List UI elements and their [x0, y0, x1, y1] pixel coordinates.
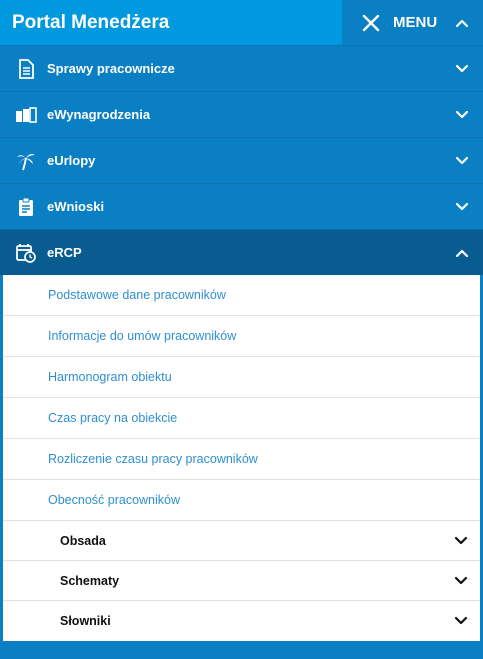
nav-section-sprawy-pracownicze[interactable]: Sprawy pracownicze [0, 45, 483, 91]
submenu-group-obsada[interactable]: Obsada [3, 521, 480, 561]
submenu-link-obecnosc[interactable]: Obecność pracowników [3, 480, 480, 521]
menu-label[interactable]: MENU [393, 14, 437, 31]
nav-section-eurlopy[interactable]: eUrlopy [0, 137, 483, 183]
chevron-up-icon[interactable] [455, 246, 469, 260]
nav-section-label: Sprawy pracownicze [47, 61, 175, 76]
submenu-link-harmonogram-obiektu[interactable]: Harmonogram obiektu [3, 357, 480, 398]
submenu-link-czas-pracy[interactable]: Czas pracy na obiekcie [3, 398, 480, 439]
chevron-down-icon[interactable] [455, 62, 469, 76]
chevron-down-icon[interactable] [454, 534, 468, 548]
nav-section-label: eWynagrodzenia [47, 107, 151, 122]
nav-section-label: eRCP [47, 245, 82, 260]
money-icon [15, 104, 37, 126]
calendar-clock-icon [15, 242, 37, 264]
top-bar: Portal Menedżera MENU [0, 0, 483, 45]
submenu-link-rozliczenie-czasu[interactable]: Rozliczenie czasu pracy pracowników [3, 439, 480, 480]
submenu-group-label: Obsada [60, 533, 106, 548]
menu-control[interactable]: MENU [342, 0, 483, 45]
close-icon[interactable] [358, 10, 384, 36]
clipboard-icon [15, 196, 37, 218]
nav-section-ewynagrodzenia[interactable]: eWynagrodzenia [0, 91, 483, 137]
submenu-group-slowniki[interactable]: Słowniki [3, 601, 480, 641]
document-icon [15, 58, 37, 80]
portal-title: Portal Menedżera [0, 0, 342, 45]
chevron-down-icon[interactable] [454, 574, 468, 588]
submenu-group-label: Schematy [60, 573, 120, 588]
chevron-down-icon[interactable] [455, 154, 469, 168]
chevron-down-icon[interactable] [454, 614, 468, 628]
nav-section-ercp[interactable]: eRCP [0, 229, 483, 275]
chevron-down-icon[interactable] [455, 108, 469, 122]
nav-section-label: eUrlopy [47, 153, 96, 168]
submenu-link-podstawowe-dane[interactable]: Podstawowe dane pracowników [3, 275, 480, 316]
nav-section-label: eWnioski [47, 199, 105, 214]
ercp-submenu: Podstawowe dane pracowników Informacje d… [3, 275, 480, 641]
chevron-up-icon[interactable] [455, 16, 469, 30]
submenu-group-schematy[interactable]: Schematy [3, 561, 480, 601]
nav-section-ewnioski[interactable]: eWnioski [0, 183, 483, 229]
submenu-group-label: Słowniki [60, 614, 111, 628]
submenu-link-informacje-do-umow[interactable]: Informacje do umów pracowników [3, 316, 480, 357]
palm-tree-icon [15, 150, 37, 172]
chevron-down-icon[interactable] [455, 200, 469, 214]
